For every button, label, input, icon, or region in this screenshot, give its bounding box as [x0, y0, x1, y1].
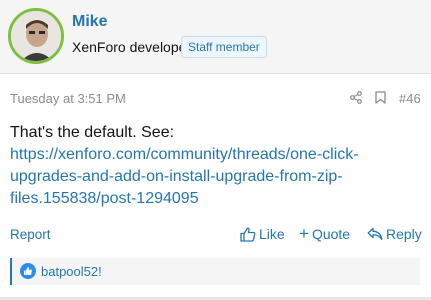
message-text: That's the default. See:: [10, 124, 175, 141]
reply-icon: [367, 227, 383, 241]
reply-label: Reply: [386, 226, 422, 242]
forum-post: Mike XenForo developer Staff member Tues…: [0, 0, 431, 300]
share-icon[interactable]: [350, 91, 362, 109]
reactions-text[interactable]: batpool52!: [41, 264, 102, 279]
post-actions: Report Like + Quote Reply: [0, 224, 431, 248]
like-button[interactable]: Like: [240, 226, 285, 242]
post-link-line-1: https://xenforo.com/community/threads/on…: [10, 146, 359, 163]
post-link[interactable]: https://xenforo.com/community/threads/on…: [10, 144, 420, 210]
quote-button[interactable]: + Quote: [299, 224, 351, 243]
bookmark-icon[interactable]: [375, 91, 386, 109]
avatar[interactable]: [8, 8, 64, 64]
quote-label: Quote: [311, 226, 351, 242]
like-label: Like: [259, 226, 285, 242]
post-date[interactable]: Tuesday at 3:51 PM: [10, 91, 126, 106]
user-title: XenForo developer: [72, 39, 192, 55]
post-number[interactable]: #46: [399, 91, 421, 106]
post-message: That's the default. See: https://xenforo…: [10, 122, 420, 210]
post-header: Mike XenForo developer Staff member: [0, 0, 431, 74]
username[interactable]: Mike: [72, 13, 108, 31]
post-link-line-3: files.155838/post-1294095: [10, 190, 199, 207]
reactions-bar[interactable]: batpool52!: [10, 258, 420, 285]
post-body: Tuesday at 3:51 PM #46 That's the defaul…: [0, 74, 431, 300]
avatar-photo: [11, 11, 61, 61]
staff-badge: Staff member: [181, 36, 267, 58]
thumbs-up-icon: [240, 227, 256, 242]
reply-button[interactable]: Reply: [367, 226, 422, 242]
post-link-line-2: upgrades-and-add-on-install-upgrade-from…: [10, 168, 343, 185]
like-reaction-icon: [20, 263, 36, 284]
plus-icon: +: [299, 224, 309, 243]
report-link[interactable]: Report: [10, 227, 51, 242]
